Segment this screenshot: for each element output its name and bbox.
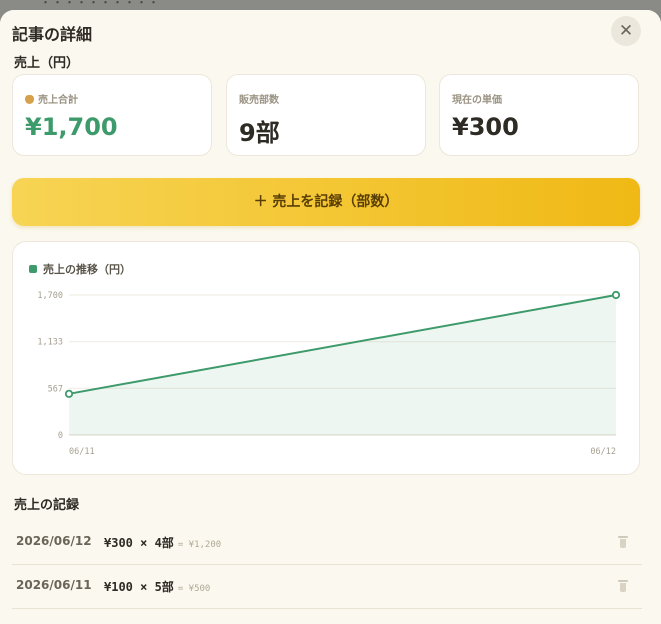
x-tick-label: 06/11 [69,447,95,457]
chart-data-point [611,290,621,300]
delete-icon[interactable] [618,536,628,548]
legend-square-icon [29,265,37,273]
record-calc: ¥300 × 4部 [104,536,174,550]
money-bag-icon [25,95,34,104]
y-tick-label: 567 [48,384,63,394]
record-total: = ¥1,200 [177,540,222,550]
modal-header: 記事の詳細 ✕ [0,10,661,54]
chart-title: 売上の推移（円） [43,263,131,276]
close-button[interactable]: ✕ [611,16,641,46]
chart-area-fill [69,295,616,435]
stat-value: ¥1,700 [25,113,118,141]
record-row: 2026/06/11 ¥100 × 5部 = ¥500 [12,564,642,609]
record-row: 2026/06/12 ¥300 × 4部 = ¥1,200 [12,520,642,565]
stat-card-copies-sold: 販売部数 9部 [226,74,426,156]
record-sales-button[interactable]: ＋ 売上を記録（部数） [12,178,640,226]
stat-value: ¥300 [452,113,519,141]
stat-value: 9部 [239,119,280,147]
record-date: 2026/06/12 [16,534,92,548]
close-icon: ✕ [618,21,634,41]
stat-label: 売上合計 [38,95,78,106]
x-tick-label: 06/12 [590,447,616,457]
partial-section-heading: 売上（円） [14,56,80,71]
stat-label: 現在の単価 [452,95,502,106]
y-tick-label: 1,700 [37,291,63,301]
record-total: = ¥500 [177,584,211,594]
backdrop-text: ・・・・・・・・・・ [40,0,160,9]
stat-card-total-sales: 売上合計 ¥1,700 [12,74,212,156]
records-section-title: 売上の記録 [14,498,80,513]
record-calc: ¥100 × 5部 [104,580,174,594]
chart-data-point [64,389,74,398]
y-tick-label: 0 [58,431,63,441]
stat-card-unit-price: 現在の単価 ¥300 [439,74,639,156]
stat-label: 販売部数 [239,95,279,106]
delete-icon[interactable] [618,580,628,592]
y-tick-label: 1,133 [37,338,63,348]
record-date: 2026/06/11 [16,578,92,592]
modal-title: 記事の詳細 [12,25,93,44]
sales-trend-chart: 0 567 1,133 1,700 06/11 06/12 売上の推移（円） [12,241,640,475]
article-detail-modal: 売上（円） 記事の詳細 ✕ 売上合計 ¥1,700 販売部数 9部 現在の単価 … [0,10,661,624]
